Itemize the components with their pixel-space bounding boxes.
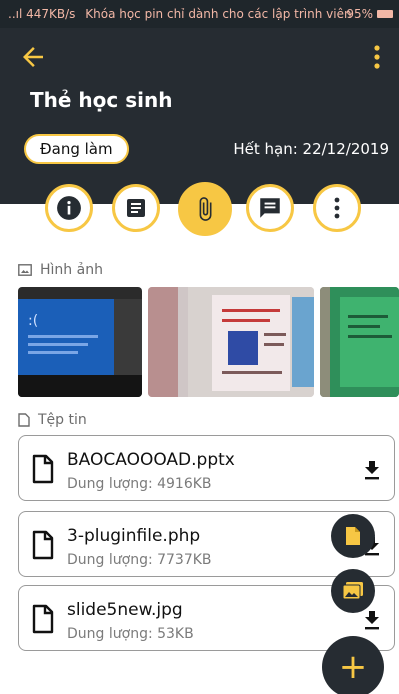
image-thumbnail[interactable]	[148, 287, 314, 397]
comment-icon	[260, 198, 280, 218]
more-vertical-icon	[334, 197, 340, 219]
file-size: Dung lượng: 7737KB	[67, 552, 212, 568]
file-name: slide5new.jpg	[67, 600, 183, 620]
app-header: Thẻ học sinh Đang làm Hết hạn: 22/12/201…	[0, 28, 399, 204]
file-icon	[32, 530, 54, 560]
tab-more[interactable]	[313, 184, 361, 232]
file-size: Dung lượng: 4916KB	[67, 476, 212, 492]
file-name: 3-pluginfile.php	[67, 526, 201, 546]
download-icon[interactable]	[360, 608, 384, 632]
status-notification-text: Khóa học pin chỉ dành cho các lập trình …	[85, 7, 352, 21]
status-badge[interactable]: Đang làm	[24, 134, 129, 164]
svg-text::(: :(	[28, 313, 38, 329]
add-file-icon	[346, 527, 360, 545]
more-vertical-icon	[374, 45, 380, 69]
files-section-title: Tệp tin	[38, 412, 87, 428]
file-item[interactable]: BAOCAOOOAD.pptx Dung lượng: 4916KB	[18, 435, 395, 501]
image-thumbnail[interactable]: :(	[18, 287, 142, 397]
images-section-label: Hình ảnh	[18, 262, 103, 278]
image-icon	[18, 264, 32, 276]
file-size: Dung lượng: 53KB	[67, 626, 194, 642]
tab-document[interactable]	[112, 184, 160, 232]
add-image-icon	[342, 582, 363, 600]
file-icon	[32, 604, 54, 634]
tab-attachments[interactable]	[178, 182, 232, 236]
info-icon	[57, 196, 81, 220]
image-gallery[interactable]: :(	[18, 287, 399, 397]
header-more-button[interactable]	[371, 44, 383, 70]
status-bar: ..ıl 447KB/s Khóa học pin chỉ dành cho c…	[0, 0, 399, 28]
tab-comments[interactable]	[246, 184, 294, 232]
add-attachment-fab[interactable]: +	[322, 636, 384, 694]
battery-level: 95%	[346, 7, 373, 21]
images-section-title: Hình ảnh	[40, 262, 103, 278]
download-icon[interactable]	[360, 458, 384, 482]
tab-info[interactable]	[45, 184, 93, 232]
plus-icon: +	[338, 647, 368, 687]
status-left-text: ..ıl 447KB/s	[8, 7, 76, 21]
image-thumbnail[interactable]	[320, 287, 399, 397]
file-name: BAOCAOOOAD.pptx	[67, 450, 235, 470]
arrow-left-icon	[23, 47, 43, 67]
expiry-date: Hết hạn: 22/12/2019	[233, 140, 389, 158]
attachment-icon	[199, 197, 212, 221]
battery-icon	[377, 10, 393, 18]
document-icon	[127, 199, 145, 217]
page-title: Thẻ học sinh	[30, 88, 173, 112]
add-image-button[interactable]	[331, 569, 375, 613]
back-button[interactable]	[18, 42, 48, 72]
file-icon	[32, 454, 54, 484]
file-outline-icon	[18, 413, 30, 427]
add-file-button[interactable]	[331, 514, 375, 558]
detail-tabs	[0, 182, 399, 236]
files-section-label: Tệp tin	[18, 412, 87, 428]
